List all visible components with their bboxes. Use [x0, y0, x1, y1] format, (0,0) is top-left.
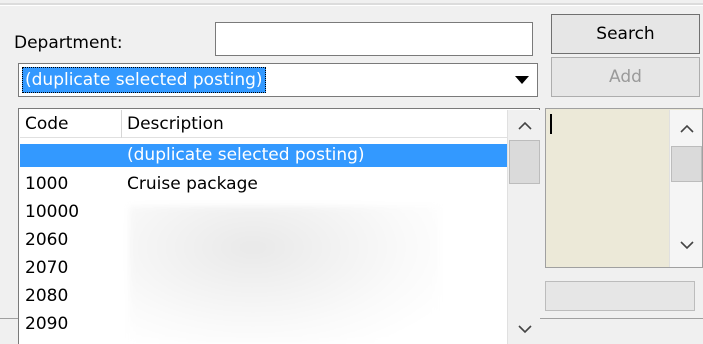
- top-divider-highlight: [0, 5, 703, 6]
- memo-scrollbar-thumb[interactable]: [671, 146, 702, 182]
- column-header-code[interactable]: Code: [20, 110, 122, 138]
- list-item-description: Cruise package: [127, 174, 258, 194]
- department-input[interactable]: [215, 22, 533, 56]
- memo-textarea[interactable]: [545, 108, 703, 268]
- redacted-descriptions: [129, 206, 439, 344]
- list-item-code: 10000: [25, 202, 80, 222]
- triangle-down-icon[interactable]: [508, 65, 536, 95]
- list-item-code: 2070: [25, 258, 69, 278]
- list-scrollbar[interactable]: [507, 110, 540, 344]
- list-item[interactable]: (duplicate selected posting): [20, 144, 507, 167]
- combobox-selected-text: (duplicate selected posting): [22, 67, 266, 93]
- chevron-up-icon[interactable]: [670, 113, 703, 143]
- chevron-down-icon[interactable]: [670, 230, 703, 260]
- list-item[interactable]: 1000 Cruise package: [20, 173, 507, 196]
- posting-combobox[interactable]: (duplicate selected posting): [18, 63, 538, 97]
- list-header: Code Description: [20, 110, 507, 138]
- left-divider: [0, 318, 18, 319]
- text-caret: [550, 114, 552, 134]
- postings-list[interactable]: Code Description (duplicate selected pos…: [18, 108, 540, 344]
- chevron-up-icon[interactable]: [508, 110, 541, 140]
- status-field: [545, 281, 695, 311]
- add-button[interactable]: Add: [551, 57, 700, 97]
- search-button[interactable]: Search: [551, 14, 700, 54]
- bottom-divider: [540, 318, 703, 319]
- list-item-code: 1000: [25, 174, 69, 194]
- list-item-code: 2090: [25, 314, 69, 334]
- memo-scrollbar[interactable]: [669, 110, 702, 267]
- list-item-code: 2060: [25, 230, 69, 250]
- column-header-description[interactable]: Description: [122, 110, 507, 138]
- list-item-description: (duplicate selected posting): [127, 145, 365, 165]
- department-label: Department:: [14, 33, 123, 53]
- chevron-down-icon[interactable]: [508, 314, 541, 344]
- list-scrollbar-thumb[interactable]: [509, 140, 540, 184]
- list-item-code: 2080: [25, 286, 69, 306]
